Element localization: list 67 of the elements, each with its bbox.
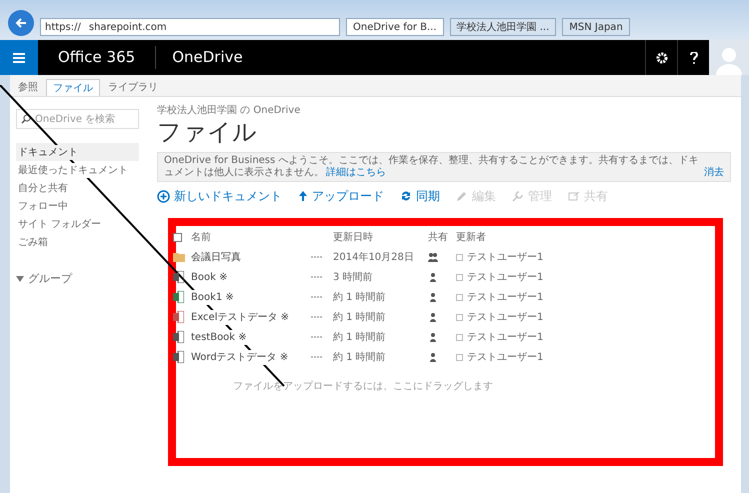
learn-more-link[interactable]: 詳細はこちら bbox=[326, 167, 386, 178]
file-name[interactable]: testBook ※ bbox=[191, 330, 247, 344]
column-header[interactable]: 更新日時 bbox=[333, 230, 428, 244]
table-cell-text: 約 1 時間前 bbox=[333, 330, 387, 344]
plus-circle-icon bbox=[157, 190, 170, 202]
presence-box bbox=[456, 294, 463, 300]
breadcrumb[interactable]: 学校法人池田学園 の OneDrive bbox=[157, 103, 731, 118]
search-icon bbox=[21, 114, 31, 124]
presence-box bbox=[456, 314, 463, 320]
file-name[interactable]: Wordテストデータ ※ bbox=[191, 350, 288, 364]
nav-item[interactable]: サイト フォルダー bbox=[16, 216, 104, 232]
browser-tab[interactable]: OneDrive for B... bbox=[346, 18, 444, 36]
back-button[interactable] bbox=[8, 10, 34, 36]
column-header[interactable]: 名前 bbox=[191, 230, 311, 244]
table-cell-text: 3 時間前 bbox=[333, 270, 374, 284]
page-title: ファイル bbox=[157, 118, 258, 146]
sync-icon bbox=[400, 190, 412, 202]
presence-box bbox=[456, 254, 463, 260]
brand-name: Office 365 bbox=[38, 46, 156, 69]
browser-tab[interactable]: MSN Japan bbox=[562, 18, 630, 36]
ribbon-tab[interactable]: 参照 bbox=[12, 79, 44, 96]
banner-text: OneDrive for Business へようこそ。ここでは、作業を保存、整理、共有することができます。共有するまでは、ドキュメントは他人に表示されません。 詳細はこちら bbox=[164, 155, 700, 179]
nav-item[interactable]: フォロー中 bbox=[16, 198, 70, 214]
left-arrow-icon bbox=[15, 17, 27, 29]
table-cell-text: 約 1 時間前 bbox=[333, 290, 387, 304]
menu-button[interactable] bbox=[0, 40, 38, 75]
table-cell-text: 約 1 時間前 bbox=[333, 350, 387, 364]
group-heading[interactable]: グループ bbox=[28, 271, 72, 288]
column-header[interactable]: 共有 bbox=[428, 230, 456, 244]
menu-icon bbox=[13, 52, 25, 62]
address-domain: sharepoint.com bbox=[88, 20, 167, 34]
drop-hint: ファイルをアップロードするには、ここにドラッグします bbox=[233, 380, 494, 394]
presence-box bbox=[456, 274, 463, 280]
toolbar-button[interactable]: 同期 bbox=[400, 187, 440, 205]
share-icon bbox=[568, 190, 580, 202]
presence-box bbox=[456, 334, 463, 340]
caret-icon bbox=[16, 276, 24, 282]
table-cell-text: テストユーザー1 bbox=[467, 310, 544, 324]
table-cell-text: テストユーザー1 bbox=[467, 290, 544, 304]
presence-box bbox=[456, 354, 463, 360]
pencil-icon bbox=[456, 190, 468, 202]
up-arrow-icon bbox=[298, 190, 308, 202]
file-name[interactable]: Book1 ※ bbox=[191, 290, 234, 304]
nav-item[interactable]: 自分と共有 bbox=[16, 180, 70, 196]
file-name[interactable]: 会議日写真 bbox=[191, 250, 241, 264]
settings-icon bbox=[656, 52, 668, 64]
dismiss-link[interactable]: 消去 bbox=[704, 167, 724, 179]
table-cell-text: 約 1 時間前 bbox=[333, 310, 387, 324]
address-text: https:// bbox=[45, 20, 81, 34]
file-name[interactable]: Excelテストデータ ※ bbox=[191, 310, 290, 324]
table-cell-text: テストユーザー1 bbox=[467, 350, 544, 364]
select-all-checkbox[interactable] bbox=[173, 232, 182, 242]
table-cell-text: テストユーザー1 bbox=[467, 270, 544, 284]
browser-tab[interactable]: 学校法人池田学園 ... bbox=[450, 18, 556, 36]
wrench-icon bbox=[512, 190, 524, 202]
app-name: OneDrive bbox=[171, 47, 244, 68]
toolbar-button[interactable]: 新しいドキュメント bbox=[157, 187, 282, 205]
ribbon-tab[interactable]: ファイル bbox=[46, 79, 100, 96]
toolbar-button[interactable]: アップロード bbox=[298, 187, 384, 205]
address-bar[interactable]: https:// sharepoint.com bbox=[40, 18, 340, 36]
column-header[interactable]: 更新者 bbox=[456, 230, 486, 244]
table-cell-text: テストユーザー1 bbox=[467, 250, 544, 264]
table-cell-text: テストユーザー1 bbox=[467, 330, 544, 344]
table-cell-text: 2014年10月28日 bbox=[333, 250, 415, 264]
help-icon bbox=[690, 52, 698, 64]
ribbon-tab[interactable]: ライブラリ bbox=[102, 79, 164, 96]
nav-item[interactable]: ごみ箱 bbox=[16, 234, 50, 250]
